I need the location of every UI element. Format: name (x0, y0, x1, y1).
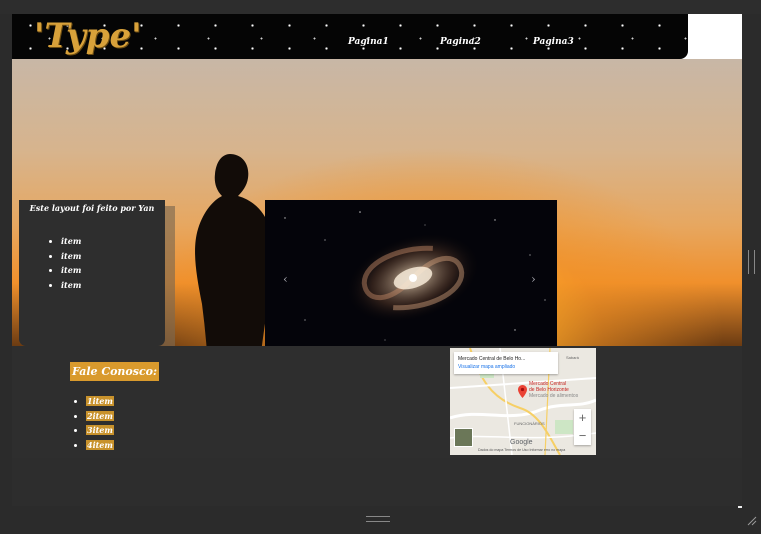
contact-item: 1item (86, 394, 114, 409)
contact-item: 3item (86, 423, 114, 438)
site-header: 'Type' Pagina1 Pagina2 Pagina3 (12, 14, 688, 59)
nav-link-pagina2[interactable]: Pagina2 (440, 37, 481, 47)
contact-item-label: 4item (86, 439, 114, 450)
sidebar-item: item (61, 249, 81, 264)
sidebar-title: Este layout foi feito por Yan (29, 203, 155, 213)
hero-background: Este layout foi feito por Yan item item … (12, 59, 742, 394)
window-top-bar (0, 0, 761, 14)
pin-label-line: Mercado de alimentos (529, 393, 579, 399)
resize-grip-icon[interactable] (745, 514, 757, 526)
map-zoom-control: + − (574, 409, 591, 445)
sidebar-item: item (61, 263, 81, 278)
view-larger-map-link[interactable]: Visualizar mapa ampliado (458, 364, 515, 370)
map-attribution[interactable]: Dados do mapa Termos de Uso Informar err… (478, 448, 565, 452)
map-pin-icon[interactable] (518, 385, 527, 398)
contact-item: 4item (86, 438, 114, 453)
map-pin-label: Mercado Central de Belo Horizonte Mercad… (529, 381, 578, 399)
horizontal-splitter-handle[interactable] (366, 516, 390, 522)
map-place-title: Mercado Central de Belo Ho... (458, 356, 526, 362)
nav-link-pagina1[interactable]: Pagina1 (348, 37, 389, 47)
zoom-in-button[interactable]: + (574, 409, 591, 427)
sidebar-list: item item item item (61, 234, 81, 292)
carousel-next-icon[interactable]: › (531, 272, 536, 286)
sidebar-panel: Este layout foi feito por Yan item item … (19, 200, 165, 346)
google-logo: Google (510, 439, 533, 446)
satellite-toggle[interactable] (454, 428, 473, 447)
image-carousel[interactable]: ‹ › (265, 200, 557, 364)
contact-item-label: 3item (86, 425, 114, 435)
nav-link-pagina3[interactable]: Pagina3 (533, 37, 574, 47)
site-logo[interactable]: 'Type' (34, 16, 142, 56)
galaxy-image (265, 200, 557, 364)
sidebar-item: item (61, 278, 81, 293)
site-footer: Fale Conosco: 1item 2item 3item 4item Me… (12, 346, 742, 458)
sidebar-item: item (61, 234, 81, 249)
embedded-map[interactable]: Mercado Central de Belo Ho... Visualizar… (450, 348, 596, 455)
map-info-card: Mercado Central de Belo Ho... Visualizar… (454, 352, 558, 374)
contact-item-label: 1item (86, 396, 114, 406)
carousel-prev-icon[interactable]: ‹ (283, 272, 288, 286)
zoom-out-button[interactable]: − (574, 427, 591, 445)
contact-title: Fale Conosco: (70, 362, 160, 381)
page-frame: Este layout foi feito por Yan item item … (12, 14, 742, 458)
contact-list: 1item 2item 3item 4item (86, 394, 114, 452)
contact-item-label: 2item (86, 410, 114, 421)
vertical-splitter-handle[interactable] (748, 250, 755, 274)
bottom-panel (12, 458, 742, 506)
contact-item: 2item (86, 409, 114, 424)
map-district-label: FUNCIONÁRIOS (514, 421, 545, 426)
map-town-label: Sabará (566, 355, 579, 360)
